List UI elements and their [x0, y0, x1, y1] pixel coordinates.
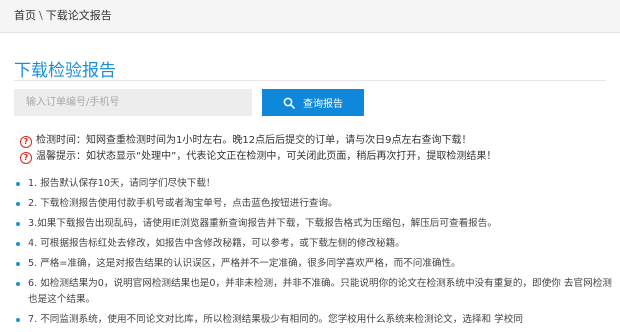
search-button-label: 查询报告	[303, 99, 343, 110]
search-button[interactable]: 查询报告	[262, 89, 364, 116]
list-item: 3.如果下载报告出现乱码，请使用IE浏览器重新查询报告并下载，下载报告格式为压缩…	[14, 216, 614, 232]
bullet-dot-icon	[16, 262, 20, 266]
list-item-text: 4. 可根据报告标红处去修改，如报告中含修改秘籍，可以参考，或下载左侧的修改秘籍…	[28, 238, 405, 249]
breadcrumb-inner: 首页 \ 下载论文报告	[14, 0, 112, 32]
list-item: 2. 下载检测报告使用付款手机号或者淘宝单号，点击蓝色按钮进行查询。	[14, 196, 614, 212]
bullet-dot-icon	[16, 318, 20, 322]
list-item: 1. 报告默认保存10天，请同学们尽快下载！	[14, 176, 614, 192]
bullet-dot-icon	[16, 202, 20, 206]
notice-tip: ? 温馨提示：如状态显示“处理中”，代表论文正在检测中，可关闭此页面，稍后再次打开…	[20, 147, 496, 164]
breadcrumb-home-link[interactable]: 首页	[14, 0, 36, 32]
list-item-text: 2. 下载检测报告使用付款手机号或者淘宝单号，点击蓝色按钮进行查询。	[28, 198, 338, 209]
notice-text: 温馨提示：如状态显示“处理中”，代表论文正在检测中，可关闭此页面，稍后再次打开，…	[36, 151, 497, 162]
search-input[interactable]	[14, 89, 252, 116]
list-item-text: 1. 报告默认保存10天，请同学们尽快下载！	[28, 178, 216, 189]
list-item: 7. 不同监测系统，使用不同论文对比库，所以检测结果极少有相同的。您学校用什么系…	[14, 312, 614, 328]
list-item: 4. 可根据报告标红处去修改，如报告中含修改秘籍，可以参考，或下载左侧的修改秘籍…	[14, 236, 614, 252]
list-item-text: 7. 不同监测系统，使用不同论文对比库，所以检测结果极少有相同的。您学校用什么系…	[28, 314, 523, 325]
bullet-dot-icon	[16, 242, 20, 246]
question-circle-icon: ?	[20, 152, 32, 164]
list-item-text: 6. 如检测结果为0，说明官网检测结果也是0，并非未检测，并非不准确。只能说明你…	[28, 278, 612, 305]
breadcrumb: 首页 \ 下载论文报告	[0, 0, 620, 33]
notice-detection-time: ? 检测时间：知网查重检测时间为1小时左右。晚12点后后提交的订单，请与次日9点左…	[20, 131, 471, 148]
title-divider	[14, 80, 606, 81]
breadcrumb-separator: \	[39, 9, 43, 22]
list-item: 5. 严格=准确，这是对报告结果的认识误区，严格并不一定准确，很多同学喜欢严格，…	[14, 256, 614, 272]
list-item: 6. 如检测结果为0，说明官网检测结果也是0，并非未检测，并非不准确。只能说明你…	[14, 276, 620, 308]
bullet-dot-icon	[16, 182, 20, 186]
list-item-text: 5. 严格=准确，这是对报告结果的认识误区，严格并不一定准确，很多同学喜欢严格，…	[28, 258, 461, 269]
bullet-dot-icon	[16, 222, 20, 226]
notice-text: 检测时间：知网查重检测时间为1小时左右。晚12点后后提交的订单，请与次日9点左右…	[36, 135, 472, 146]
bullet-dot-icon	[16, 282, 20, 286]
page-title: 下载检验报告	[14, 61, 116, 81]
breadcrumb-current: 下载论文报告	[45, 9, 112, 22]
list-item-text: 3.如果下载报告出现乱码，请使用IE浏览器重新查询报告并下载，下载报告格式为压缩…	[28, 218, 497, 229]
search-icon	[283, 97, 295, 109]
